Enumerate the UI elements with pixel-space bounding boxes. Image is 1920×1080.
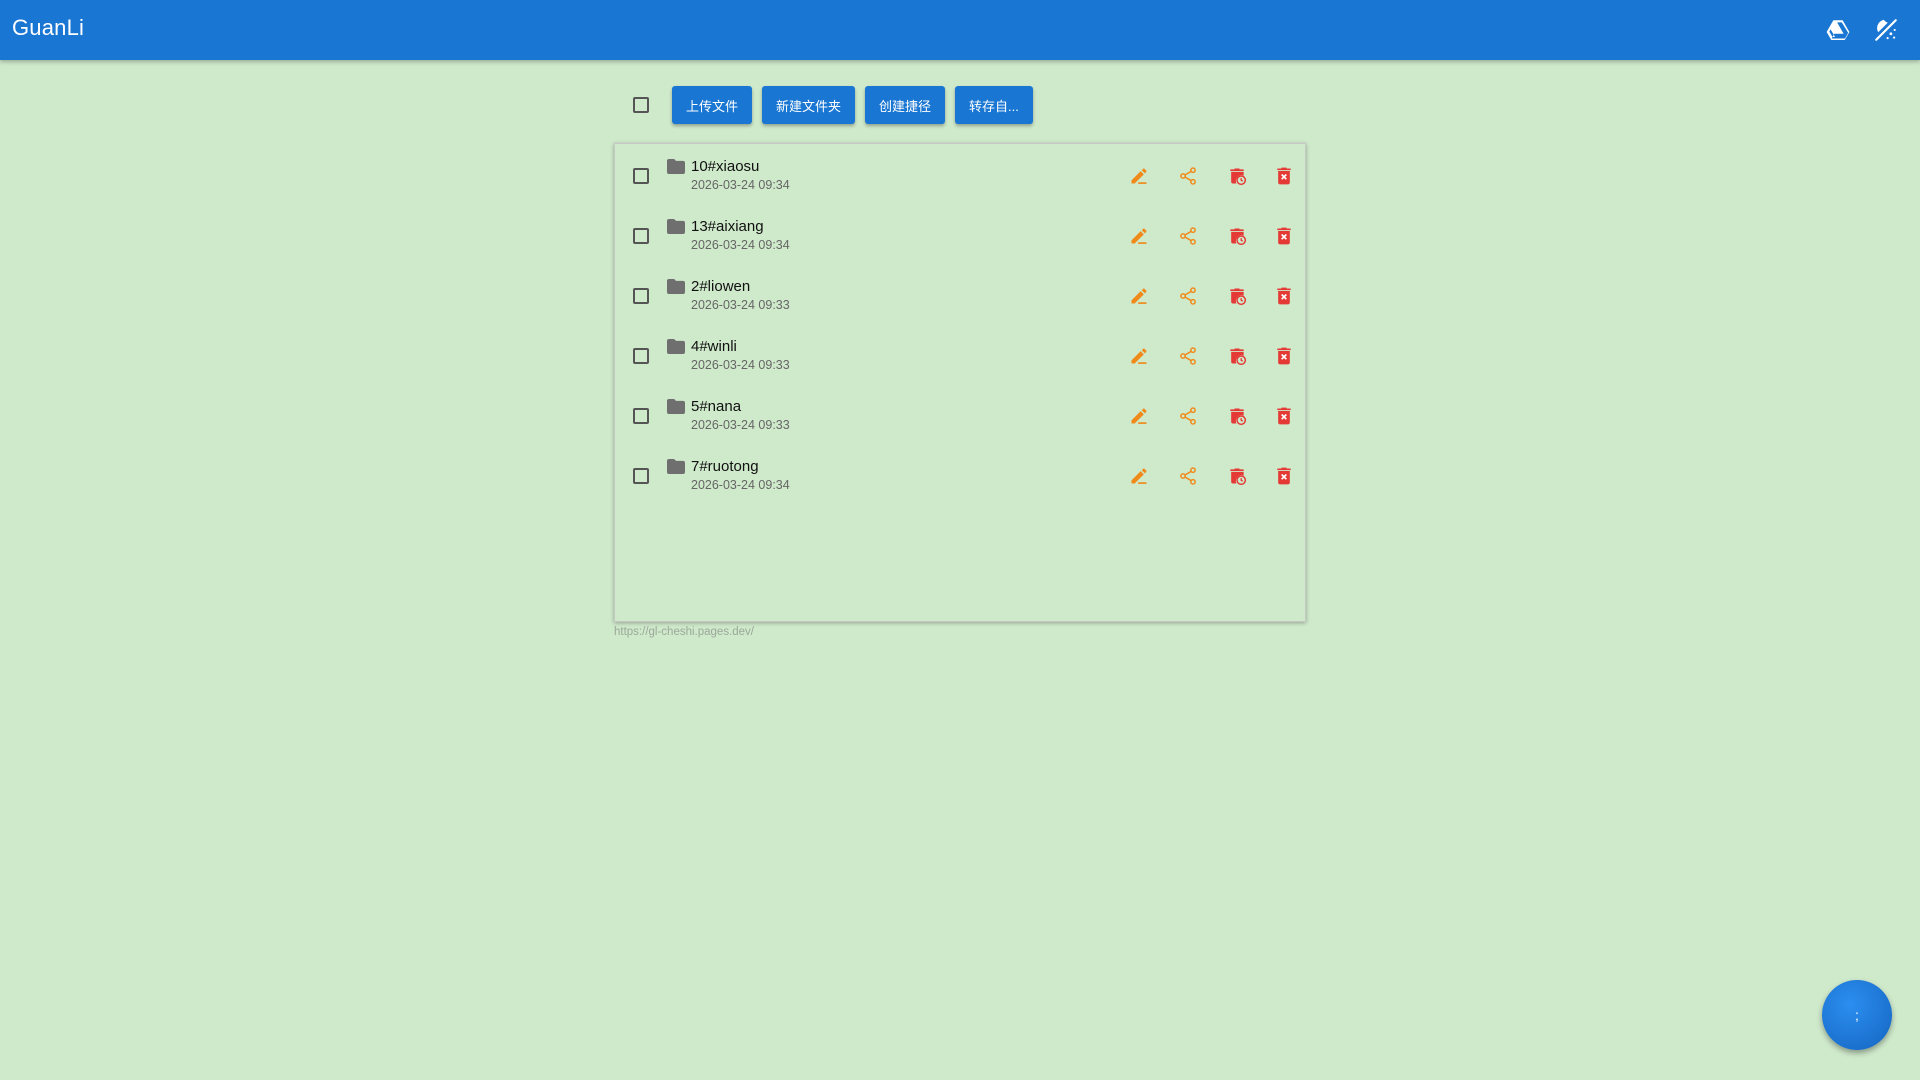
row-checkbox[interactable] [633, 348, 649, 364]
list-item[interactable]: 10#xiaosu 2026-03-24 09:34 [615, 146, 1305, 206]
file-list: 10#xiaosu 2026-03-24 09:34 13#aixiang 20… [614, 143, 1306, 622]
rename-icon[interactable] [1127, 224, 1151, 248]
share-icon[interactable] [1176, 404, 1200, 428]
file-date: 2026-03-24 09:33 [691, 298, 790, 312]
folder-icon [667, 279, 685, 294]
row-checkbox[interactable] [633, 408, 649, 424]
delete-icon[interactable] [1272, 344, 1296, 368]
file-name[interactable]: 10#xiaosu [691, 158, 759, 175]
footer-url[interactable]: https://gl-cheshi.pages.dev/ [614, 626, 754, 638]
share-icon[interactable] [1176, 344, 1200, 368]
file-name[interactable]: 4#winli [691, 338, 737, 355]
file-date: 2026-03-24 09:33 [691, 358, 790, 372]
file-name[interactable]: 2#liowen [691, 278, 750, 295]
rename-icon[interactable] [1127, 164, 1151, 188]
schedule-delete-icon[interactable] [1225, 284, 1249, 308]
google-drive-icon[interactable] [1823, 15, 1853, 45]
share-icon[interactable] [1176, 224, 1200, 248]
schedule-delete-icon[interactable] [1225, 344, 1249, 368]
row-checkbox[interactable] [633, 228, 649, 244]
floating-action-button[interactable]: ; [1822, 980, 1892, 1050]
schedule-delete-icon[interactable] [1225, 224, 1249, 248]
file-date: 2026-03-24 09:33 [691, 418, 790, 432]
share-icon[interactable] [1176, 284, 1200, 308]
file-name[interactable]: 7#ruotong [691, 458, 759, 475]
theme-toggle-icon[interactable] [1871, 15, 1901, 45]
list-item[interactable]: 13#aixiang 2026-03-24 09:34 [615, 206, 1305, 266]
file-date: 2026-03-24 09:34 [691, 178, 790, 192]
row-checkbox[interactable] [633, 168, 649, 184]
share-icon[interactable] [1176, 164, 1200, 188]
delete-icon[interactable] [1272, 464, 1296, 488]
app-title: GuanLi [12, 15, 85, 40]
rename-icon[interactable] [1127, 464, 1151, 488]
delete-icon[interactable] [1272, 224, 1296, 248]
list-item[interactable]: 7#ruotong 2026-03-24 09:34 [615, 446, 1305, 506]
row-checkbox[interactable] [633, 288, 649, 304]
file-name[interactable]: 5#nana [691, 398, 741, 415]
transfer-from-button[interactable]: 转存自... [955, 86, 1033, 124]
rename-icon[interactable] [1127, 284, 1151, 308]
file-toolbar: 上传文件 新建文件夹 创建捷径 转存自... [614, 86, 1043, 124]
delete-icon[interactable] [1272, 284, 1296, 308]
upload-file-button[interactable]: 上传文件 [672, 86, 753, 124]
folder-icon [667, 219, 685, 234]
folder-icon [667, 459, 685, 474]
list-item[interactable]: 5#nana 2026-03-24 09:33 [615, 386, 1305, 446]
app-bar: GuanLi [0, 0, 1920, 60]
list-item[interactable]: 4#winli 2026-03-24 09:33 [615, 326, 1305, 386]
list-item[interactable]: 2#liowen 2026-03-24 09:33 [615, 266, 1305, 326]
schedule-delete-icon[interactable] [1225, 464, 1249, 488]
select-all-checkbox[interactable] [633, 97, 649, 113]
folder-icon [667, 159, 685, 174]
file-date: 2026-03-24 09:34 [691, 238, 790, 252]
new-folder-button[interactable]: 新建文件夹 [762, 86, 856, 124]
schedule-delete-icon[interactable] [1225, 164, 1249, 188]
folder-icon [667, 339, 685, 354]
schedule-delete-icon[interactable] [1225, 404, 1249, 428]
file-name[interactable]: 13#aixiang [691, 218, 764, 235]
create-shortcut-button[interactable]: 创建捷径 [865, 86, 946, 124]
rename-icon[interactable] [1127, 344, 1151, 368]
row-checkbox[interactable] [633, 468, 649, 484]
share-icon[interactable] [1176, 464, 1200, 488]
rename-icon[interactable] [1127, 404, 1151, 428]
folder-icon [667, 399, 685, 414]
delete-icon[interactable] [1272, 404, 1296, 428]
file-date: 2026-03-24 09:34 [691, 478, 790, 492]
delete-icon[interactable] [1272, 164, 1296, 188]
